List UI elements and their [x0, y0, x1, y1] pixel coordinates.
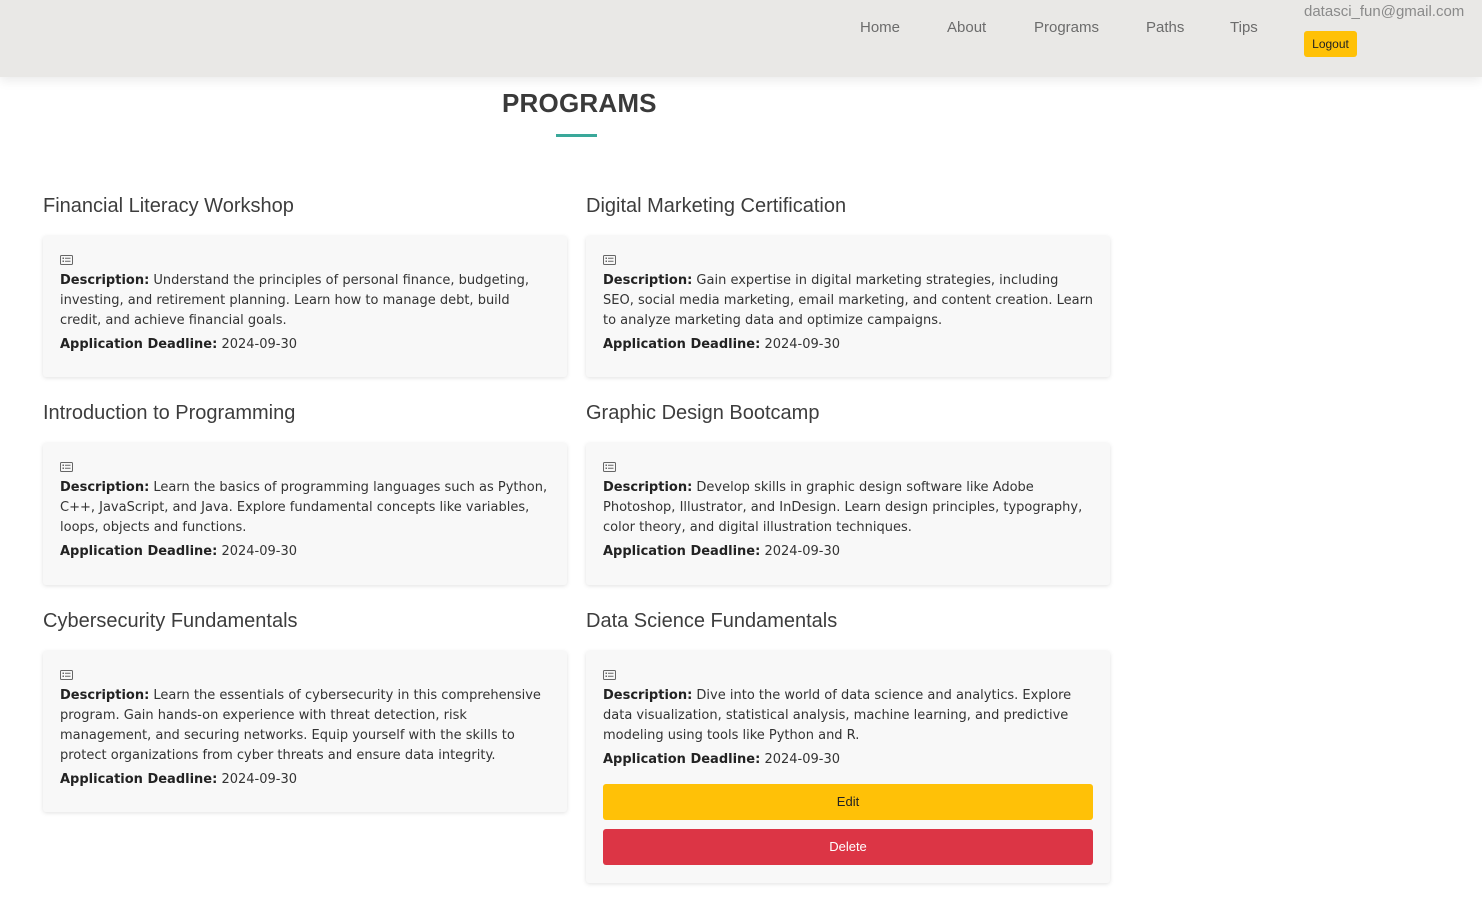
program-title: Graphic Design Bootcamp — [586, 402, 820, 424]
card-details-icon — [60, 462, 73, 472]
program-description: Description: Develop skills in graphic d… — [603, 480, 1083, 535]
program-description: Description: Learn the essentials of cyb… — [60, 688, 541, 763]
program-deadline: Application Deadline: 2024-09-30 — [603, 337, 841, 352]
nav-link-about[interactable]: About — [947, 19, 986, 36]
program-card: Description: Learn the essentials of cyb… — [43, 651, 567, 812]
program-title: Digital Marketing Certification — [586, 195, 847, 217]
card-details-icon — [60, 670, 73, 680]
nav-link-programs[interactable]: Programs — [1034, 19, 1099, 36]
program-deadline: Application Deadline: 2024-09-30 — [603, 544, 841, 559]
program-title: Data Science Fundamentals — [586, 610, 838, 632]
program-title: Cybersecurity Fundamentals — [43, 610, 298, 632]
program-deadline: Application Deadline: 2024-09-30 — [60, 337, 298, 352]
delete-button[interactable]: Delete — [603, 829, 1093, 865]
title-underline — [556, 134, 597, 137]
program-card: Description: Learn the basics of program… — [43, 443, 567, 585]
program-card: Description: Develop skills in graphic d… — [586, 443, 1110, 585]
program-deadline: Application Deadline: 2024-09-30 — [60, 544, 298, 559]
program-description: Description: Gain expertise in digital m… — [603, 273, 1093, 328]
nav-link-tips[interactable]: Tips — [1230, 19, 1258, 36]
program-title: Financial Literacy Workshop — [43, 195, 294, 217]
program-deadline: Application Deadline: 2024-09-30 — [603, 752, 841, 767]
program-card: Description: Gain expertise in digital m… — [586, 236, 1110, 377]
program-description: Description: Understand the principles o… — [60, 273, 529, 328]
card-details-icon — [603, 255, 616, 265]
top-navbar: Home About Programs Paths Tips datasci_f… — [0, 0, 1482, 77]
logout-button[interactable]: Logout — [1304, 31, 1357, 57]
program-card: Description: Understand the principles o… — [43, 236, 567, 377]
program-description: Description: Learn the basics of program… — [60, 480, 548, 535]
edit-button[interactable]: Edit — [603, 784, 1093, 820]
nav-link-home[interactable]: Home — [860, 19, 900, 36]
program-card: Description: Dive into the world of data… — [586, 651, 1110, 883]
program-title: Introduction to Programming — [43, 402, 296, 424]
nav-link-paths[interactable]: Paths — [1146, 19, 1184, 36]
user-email: datasci_fun@gmail.com — [1304, 3, 1465, 20]
card-details-icon — [603, 670, 616, 680]
program-deadline: Application Deadline: 2024-09-30 — [60, 772, 298, 787]
page-title: PROGRAMS — [502, 88, 657, 118]
program-description: Description: Dive into the world of data… — [603, 688, 1072, 743]
card-details-icon — [60, 255, 73, 265]
card-details-icon — [603, 462, 616, 472]
